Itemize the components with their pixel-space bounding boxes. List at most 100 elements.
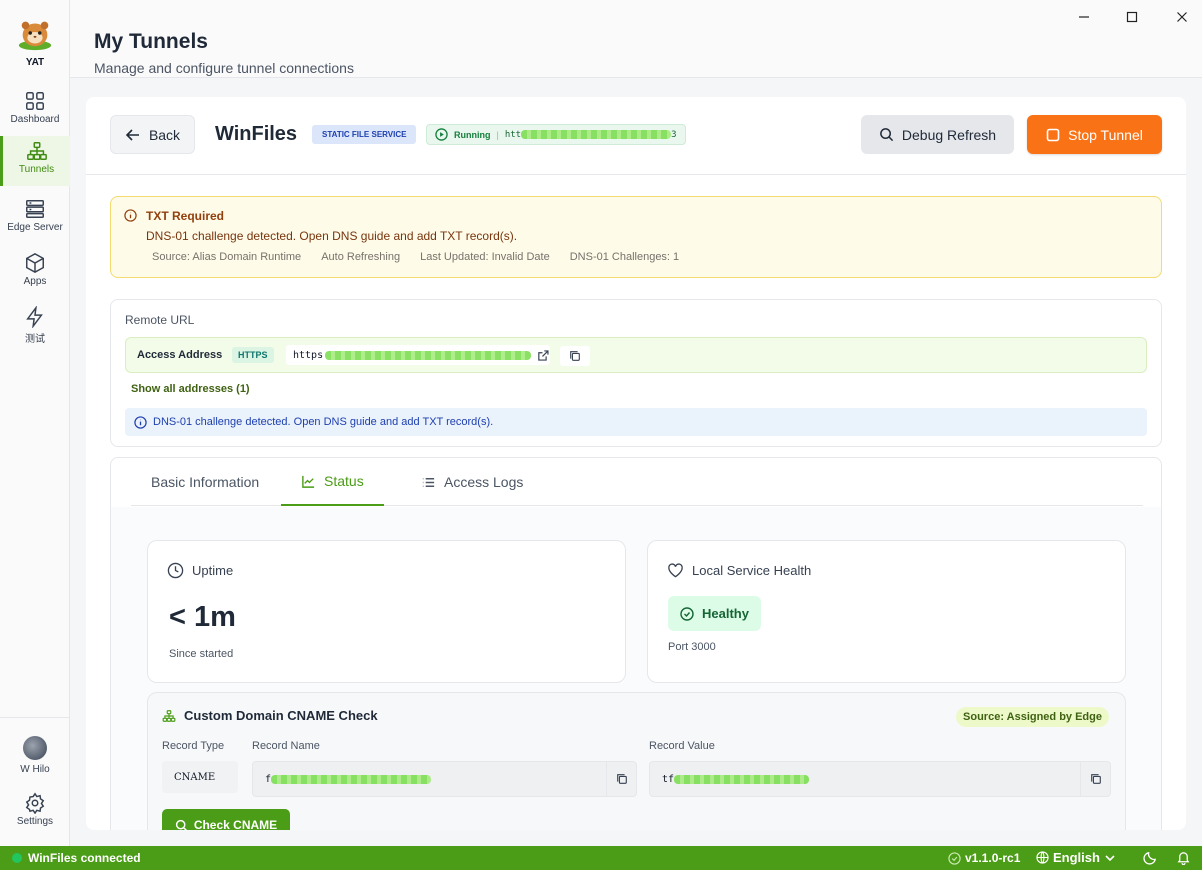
debug-refresh-button[interactable]: Debug Refresh	[861, 115, 1014, 154]
search-icon	[880, 128, 894, 142]
check-circle-icon	[948, 851, 961, 865]
stop-tunnel-button[interactable]: Stop Tunnel	[1027, 115, 1162, 154]
alert-refresh: Auto Refreshing	[321, 251, 401, 263]
globe-icon	[1036, 851, 1049, 864]
cname-source-badge: Source: Assigned by Edge	[956, 707, 1109, 727]
check-cname-button[interactable]: Check CNAME	[162, 809, 290, 830]
grid-icon	[26, 92, 44, 110]
redacted-record-value	[674, 774, 810, 784]
chart-line-icon	[302, 475, 315, 488]
sidebar-item-label: Dashboard	[10, 114, 60, 125]
sidebar-item-label: Tunnels	[18, 164, 55, 175]
sidebar-item-edge-server[interactable]: Edge Server	[0, 194, 70, 244]
maximize-button[interactable]	[1114, 6, 1150, 28]
alert-challenges: DNS-01 Challenges: 1	[569, 251, 680, 263]
app-logo: YAT	[0, 14, 70, 68]
status-url-prefix: htt	[504, 129, 522, 140]
hamster-logo-icon	[18, 21, 52, 51]
access-address-link[interactable]: https	[286, 345, 550, 365]
clock-icon	[167, 562, 184, 579]
cname-header: Custom Domain CNAME Check	[162, 708, 378, 723]
status-url: htt 3	[504, 129, 677, 140]
connection-text: WinFiles connected	[28, 851, 141, 865]
protocol-badge: HTTPS	[232, 347, 274, 363]
back-button[interactable]: Back	[110, 115, 195, 154]
language-selector[interactable]: English	[1036, 850, 1116, 865]
tab-access-logs[interactable]: Access Logs	[401, 458, 543, 506]
copy-address-button[interactable]	[560, 346, 590, 366]
health-status-text: Healthy	[702, 606, 749, 621]
dns-info-text: DNS-01 challenge detected. Open DNS guid…	[153, 416, 494, 428]
info-icon	[124, 209, 137, 222]
uptime-card: Uptime < 1m Since started	[147, 540, 626, 683]
record-name-field: f	[252, 761, 637, 797]
status-tab-content: Uptime < 1m Since started Local Service …	[111, 507, 1161, 830]
redacted-record-name	[271, 774, 432, 784]
sidebar: YAT Dashboard Tunnels Edge Server Apps 测…	[0, 0, 70, 846]
sidebar-item-label: Edge Server	[7, 222, 63, 233]
version-indicator[interactable]: v1.1.0-rc1	[948, 851, 1020, 865]
list-icon	[422, 477, 435, 487]
lightning-icon	[26, 306, 43, 328]
debug-refresh-label: Debug Refresh	[901, 126, 997, 143]
alert-title: TXT Required	[146, 209, 225, 223]
copy-record-value-button[interactable]	[1080, 762, 1110, 796]
record-value-prefix: tf	[662, 773, 675, 785]
sidebar-item-tunnels[interactable]: Tunnels	[0, 136, 70, 186]
tab-status[interactable]: Status	[281, 458, 384, 506]
page-header: My Tunnels Manage and configure tunnel c…	[70, 0, 1202, 78]
connection-dot	[12, 853, 22, 863]
tunnel-name: WinFiles	[215, 123, 298, 145]
copy-icon	[1090, 774, 1101, 784]
tunnel-toolbar: Back WinFiles STATIC FILE SERVICE Runnin…	[86, 97, 1186, 175]
address-prefix: https	[293, 349, 324, 361]
sidebar-item-settings[interactable]: Settings	[0, 792, 70, 827]
sidebar-item-dashboard[interactable]: Dashboard	[0, 86, 70, 136]
column-header-record-name: Record Name	[252, 740, 320, 752]
arrow-left-icon	[125, 128, 139, 141]
maximize-icon	[1126, 11, 1138, 23]
stop-square-icon	[1046, 128, 1060, 141]
tab-basic-information[interactable]: Basic Information	[131, 458, 279, 506]
column-header-record-value: Record Value	[649, 740, 715, 752]
alert-meta: Source: Alias Domain Runtime Auto Refres…	[152, 251, 679, 263]
tunnel-detail-panel: Back WinFiles STATIC FILE SERVICE Runnin…	[86, 97, 1186, 830]
tab-bar: Basic Information Status Access Logs	[131, 458, 1143, 506]
txt-required-alert: TXT Required DNS-01 challenge detected. …	[110, 196, 1162, 278]
brand-name: YAT	[25, 57, 45, 68]
connection-status: WinFiles connected	[12, 851, 141, 865]
sidebar-item-test[interactable]: 测试	[0, 302, 70, 352]
network-icon	[26, 142, 47, 160]
minimize-button[interactable]	[1066, 6, 1102, 28]
cname-check-card: Custom Domain CNAME Check Source: Assign…	[147, 692, 1126, 830]
tab-label: Status	[324, 473, 364, 489]
check-cname-label: Check CNAME	[193, 818, 278, 830]
user-name: W Hilo	[20, 764, 50, 775]
gear-icon	[25, 792, 45, 814]
external-link-icon[interactable]	[537, 349, 550, 362]
bell-icon[interactable]	[1176, 850, 1191, 865]
sidebar-item-label: Apps	[23, 276, 47, 287]
close-window-button[interactable]	[1164, 6, 1200, 28]
moon-icon[interactable]	[1143, 850, 1158, 865]
status-url-suffix: 3	[671, 129, 677, 140]
user-profile[interactable]: W Hilo	[0, 734, 70, 775]
redacted-address	[325, 350, 532, 360]
uptime-header: Uptime	[167, 562, 233, 579]
record-value-field: tf	[649, 761, 1111, 797]
copy-record-name-button[interactable]	[606, 762, 636, 796]
alert-updated: Last Updated: Invalid Date	[420, 251, 550, 263]
sidebar-item-label: 测试	[25, 334, 45, 345]
tab-label: Basic Information	[151, 474, 260, 490]
copy-icon	[570, 351, 580, 361]
access-address-label: Access Address	[137, 349, 223, 361]
show-all-addresses-link[interactable]: Show all addresses (1)	[131, 383, 250, 395]
version-text: v1.1.0-rc1	[965, 851, 1021, 865]
health-header: Local Service Health	[667, 562, 811, 579]
sidebar-item-apps[interactable]: Apps	[0, 248, 70, 298]
settings-label: Settings	[16, 816, 54, 827]
uptime-caption: Since started	[169, 648, 234, 660]
close-icon	[1177, 12, 1187, 22]
tab-label: Access Logs	[444, 474, 524, 490]
health-status-badge: Healthy	[668, 596, 761, 631]
